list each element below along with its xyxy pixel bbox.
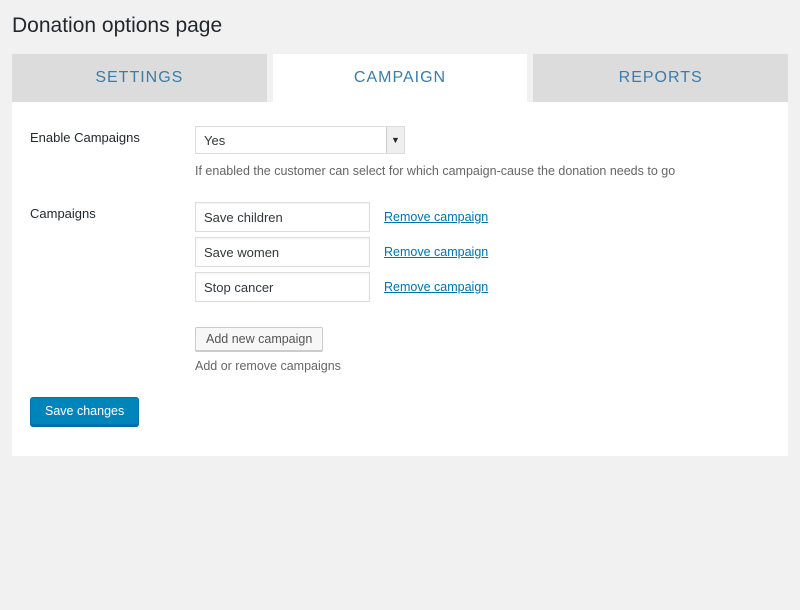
page-title: Donation options page [12, 0, 788, 54]
remove-campaign-link[interactable]: Remove campaign [384, 280, 488, 294]
campaign-row: Remove campaign [195, 237, 770, 267]
enable-campaigns-helper: If enabled the customer can select for w… [195, 164, 770, 178]
save-changes-button[interactable]: Save changes [30, 397, 139, 426]
remove-campaign-link[interactable]: Remove campaign [384, 245, 488, 259]
campaign-row: Remove campaign [195, 202, 770, 232]
add-campaign-button[interactable]: Add new campaign [195, 327, 323, 351]
campaign-name-input[interactable] [195, 202, 370, 232]
tabs-nav: SETTINGS CAMPAIGN REPORTS [12, 54, 788, 102]
campaign-name-input[interactable] [195, 272, 370, 302]
campaigns-helper: Add or remove campaigns [195, 359, 770, 373]
campaign-name-input[interactable] [195, 237, 370, 267]
campaign-panel: Enable Campaigns Yes ▼ If enabled the cu… [12, 102, 788, 456]
enable-campaigns-value: Yes [204, 133, 225, 148]
tab-settings[interactable]: SETTINGS [12, 54, 267, 102]
campaigns-label: Campaigns [30, 202, 195, 221]
remove-campaign-link[interactable]: Remove campaign [384, 210, 488, 224]
chevron-down-icon: ▼ [386, 127, 404, 153]
enable-campaigns-label: Enable Campaigns [30, 126, 195, 145]
enable-campaigns-select[interactable]: Yes ▼ [195, 126, 405, 154]
tab-reports[interactable]: REPORTS [533, 54, 788, 102]
tab-campaign[interactable]: CAMPAIGN [273, 54, 528, 102]
campaign-row: Remove campaign [195, 272, 770, 302]
